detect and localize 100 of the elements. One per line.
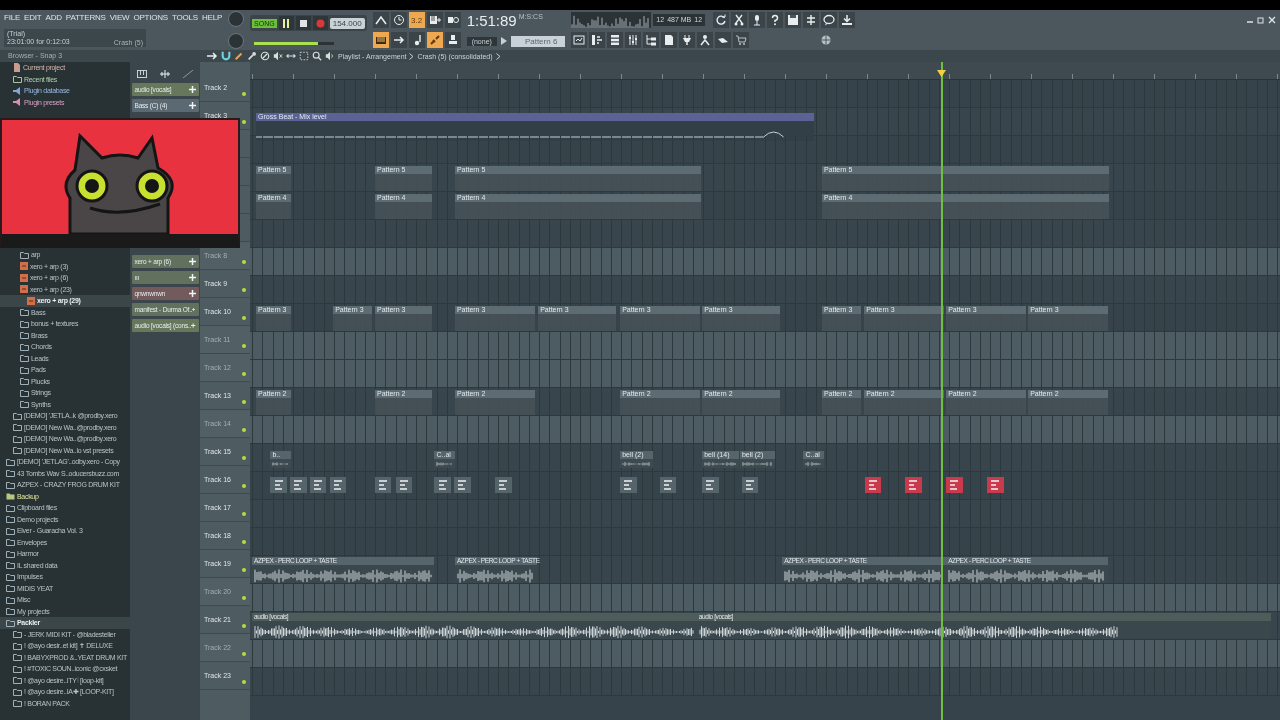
toolbar-button[interactable] <box>731 12 748 28</box>
toolbar-button[interactable] <box>767 12 784 28</box>
toolbar-button[interactable] <box>679 32 696 48</box>
track-led[interactable] <box>242 120 246 124</box>
note-clip[interactable] <box>290 477 307 493</box>
toolbar-button[interactable] <box>589 32 606 48</box>
toolbar-toggle[interactable] <box>372 12 389 28</box>
toolbar-button[interactable] <box>821 12 838 28</box>
chevron-right-icon <box>409 52 415 60</box>
restore-icon[interactable] <box>1257 16 1265 24</box>
toolbar-toggle[interactable] <box>408 32 425 48</box>
master-pitch-slider[interactable] <box>254 41 335 45</box>
menu-item[interactable]: TOOLS <box>172 13 198 23</box>
track-led[interactable] <box>242 624 246 628</box>
toolbar-button[interactable] <box>839 12 856 28</box>
note-clip[interactable] <box>987 477 1004 493</box>
refresh-icon <box>715 14 728 26</box>
toolbar-button[interactable] <box>697 32 714 48</box>
toolbar-toggle[interactable] <box>372 32 389 48</box>
toolbar-toggle[interactable]: 3.2 <box>408 12 425 28</box>
toolbar-button[interactable] <box>661 32 678 48</box>
toolbar-toggle[interactable] <box>390 32 407 48</box>
menu-item[interactable]: EDIT <box>24 13 42 23</box>
speaker-icon <box>325 51 335 61</box>
toolbar-button[interactable] <box>625 32 642 48</box>
waveform-icon[interactable] <box>159 70 171 78</box>
pattern-selector[interactable]: Pattern 6 <box>510 35 566 47</box>
note-clip[interactable] <box>454 477 471 493</box>
playlist-tool[interactable] <box>325 51 335 61</box>
globe-icon[interactable] <box>821 35 832 45</box>
track-led[interactable] <box>242 512 246 516</box>
track-led[interactable] <box>242 568 246 572</box>
toolbar-button[interactable] <box>733 32 750 48</box>
menu-item[interactable]: VIEW <box>109 13 130 23</box>
note-clip[interactable] <box>659 477 677 493</box>
zoom-icon <box>312 51 322 61</box>
note-marks-drawing <box>949 479 960 491</box>
toolbar-button[interactable] <box>749 12 766 28</box>
note-clip[interactable] <box>946 477 963 493</box>
track-led[interactable] <box>242 456 246 460</box>
note-clip[interactable] <box>309 477 327 493</box>
note-clip[interactable] <box>395 477 412 493</box>
toolbar-button[interactable] <box>713 12 730 28</box>
playlist-tool[interactable] <box>286 51 296 61</box>
track-led[interactable] <box>242 316 246 320</box>
track-led[interactable] <box>242 540 246 544</box>
toolbar-toggle[interactable] <box>426 12 443 28</box>
playlist-tool[interactable] <box>273 51 283 61</box>
toolbar-button[interactable] <box>571 32 588 48</box>
playlist-tool[interactable] <box>260 51 270 61</box>
playhead[interactable] <box>940 62 943 720</box>
playlist-tool[interactable] <box>312 51 322 61</box>
channel-rack-icon <box>609 34 622 46</box>
track-led[interactable] <box>242 92 246 96</box>
playlist-tool[interactable] <box>247 51 257 61</box>
track-led[interactable] <box>242 344 246 348</box>
note-clip[interactable] <box>864 477 882 493</box>
menu-item[interactable]: ADD <box>45 13 62 23</box>
track-led[interactable] <box>242 596 246 600</box>
menu-item[interactable]: PATTERNS <box>65 13 106 23</box>
toolbar-toggle[interactable] <box>390 12 407 28</box>
track-led[interactable] <box>242 400 246 404</box>
toolbar-button[interactable] <box>785 12 802 28</box>
menu-item[interactable]: HELP <box>202 13 223 23</box>
note-clip[interactable] <box>434 477 451 493</box>
note-clip[interactable] <box>620 477 637 493</box>
menu-item[interactable]: OPTIONS <box>133 13 168 23</box>
note-clip[interactable] <box>905 477 922 493</box>
track-led[interactable] <box>242 652 246 656</box>
menu-item[interactable]: FILE <box>4 13 21 23</box>
toolbar-button[interactable] <box>643 32 660 48</box>
master-volume-knob[interactable] <box>228 11 245 27</box>
track-led[interactable] <box>242 260 246 264</box>
track-led[interactable] <box>242 372 246 376</box>
track-led[interactable] <box>242 484 246 488</box>
arrow-right-icon[interactable] <box>500 37 507 46</box>
double-arrow-icon <box>286 51 296 61</box>
close-icon[interactable] <box>1268 16 1276 24</box>
tempo-display[interactable]: 154.000 <box>329 17 365 29</box>
note-clip[interactable] <box>702 477 719 493</box>
curve-icon[interactable] <box>183 70 193 78</box>
note-clip[interactable] <box>495 477 512 493</box>
document-icon <box>13 63 21 73</box>
toolbar-toggle[interactable] <box>444 32 461 48</box>
toolbar-toggle[interactable] <box>426 32 443 48</box>
playlist-tool[interactable] <box>206 50 218 62</box>
play-button[interactable] <box>278 16 294 31</box>
track-led[interactable] <box>242 680 246 684</box>
stop-button[interactable] <box>295 16 311 31</box>
note-clip[interactable] <box>375 477 392 493</box>
note-clip[interactable] <box>329 477 347 493</box>
track-led[interactable] <box>242 288 246 292</box>
toolbar-button[interactable] <box>607 32 624 48</box>
piano-keys-icon[interactable] <box>137 70 147 78</box>
playlist-tool[interactable] <box>299 51 309 61</box>
chevron-right-icon <box>495 52 501 60</box>
note-clip[interactable] <box>741 477 759 493</box>
note-clip[interactable] <box>270 477 287 493</box>
toolbar-toggle[interactable] <box>444 12 461 28</box>
track-led[interactable] <box>242 428 246 432</box>
